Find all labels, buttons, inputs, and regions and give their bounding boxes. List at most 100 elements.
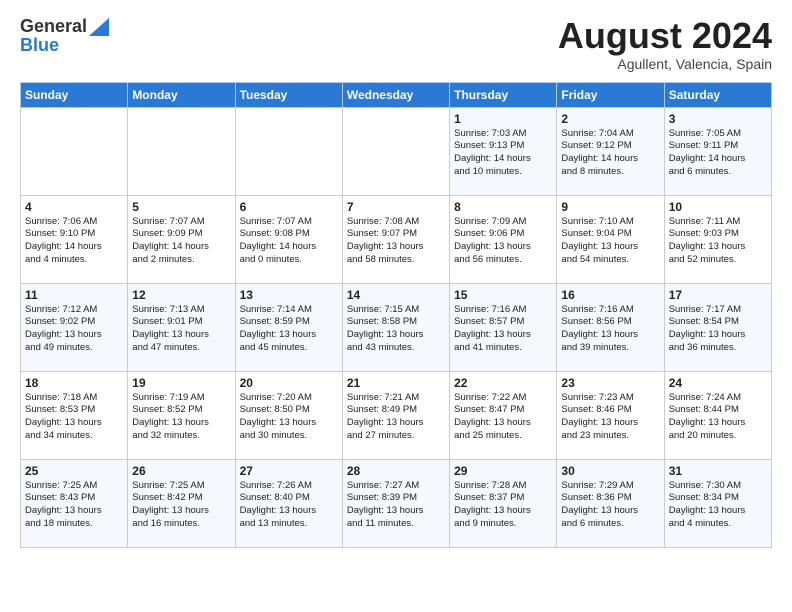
day-content: Sunrise: 7:29 AM Sunset: 8:36 PM Dayligh… xyxy=(561,480,659,531)
month-title: August 2024 xyxy=(558,16,772,56)
day-number: 2 xyxy=(561,112,659,126)
day-number: 13 xyxy=(240,288,338,302)
day-content: Sunrise: 7:19 AM Sunset: 8:52 PM Dayligh… xyxy=(132,392,230,443)
day-number: 23 xyxy=(561,376,659,390)
day-number: 4 xyxy=(25,200,123,214)
day-header-friday: Friday xyxy=(557,82,664,107)
day-content: Sunrise: 7:07 AM Sunset: 9:08 PM Dayligh… xyxy=(240,216,338,267)
calendar-cell: 31Sunrise: 7:30 AM Sunset: 8:34 PM Dayli… xyxy=(664,459,771,547)
day-content: Sunrise: 7:11 AM Sunset: 9:03 PM Dayligh… xyxy=(669,216,767,267)
calendar-cell: 23Sunrise: 7:23 AM Sunset: 8:46 PM Dayli… xyxy=(557,371,664,459)
calendar-table: SundayMondayTuesdayWednesdayThursdayFrid… xyxy=(20,82,772,548)
calendar-cell: 26 Sunrise: 7:25 AM Sunset: 8:42 PM Dayli… xyxy=(128,459,235,547)
day-number: 16 xyxy=(561,288,659,302)
day-header-wednesday: Wednesday xyxy=(342,82,449,107)
calendar-cell: 24 Sunrise: 7:24 AM Sunset: 8:44 PM Dayli… xyxy=(664,371,771,459)
calendar-cell: 10 Sunrise: 7:11 AM Sunset: 9:03 PM Dayli… xyxy=(664,195,771,283)
calendar-cell: 25 Sunrise: 7:25 AM Sunset: 8:43 PM Dayli… xyxy=(21,459,128,547)
calendar-cell: 13 Sunrise: 7:14 AM Sunset: 8:59 PM Dayli… xyxy=(235,283,342,371)
calendar-cell: 7Sunrise: 7:08 AM Sunset: 9:07 PM Daylig… xyxy=(342,195,449,283)
day-header-thursday: Thursday xyxy=(450,82,557,107)
day-number: 6 xyxy=(240,200,338,214)
day-content: Sunrise: 7:18 AM Sunset: 8:53 PM Dayligh… xyxy=(25,392,123,443)
day-header-monday: Monday xyxy=(128,82,235,107)
calendar-week-3: 11 Sunrise: 7:12 AM Sunset: 9:02 PM Dayli… xyxy=(21,283,772,371)
day-content: Sunrise: 7:26 AM Sunset: 8:40 PM Dayligh… xyxy=(240,480,338,531)
day-number: 28 xyxy=(347,464,445,478)
day-header-saturday: Saturday xyxy=(664,82,771,107)
title-block: August 2024 Agullent, Valencia, Spain xyxy=(558,16,772,72)
location: Agullent, Valencia, Spain xyxy=(558,56,772,72)
day-content: Sunrise: 7:17 AM Sunset: 8:54 PM Dayligh… xyxy=(669,304,767,355)
day-content: Sunrise: 7:16 AM Sunset: 8:56 PM Dayligh… xyxy=(561,304,659,355)
calendar-week-2: 4 Sunrise: 7:06 AM Sunset: 9:10 PM Daylig… xyxy=(21,195,772,283)
calendar-cell: 17 Sunrise: 7:17 AM Sunset: 8:54 PM Dayli… xyxy=(664,283,771,371)
day-content: Sunrise: 7:13 AM Sunset: 9:01 PM Dayligh… xyxy=(132,304,230,355)
day-content: Sunrise: 7:22 AM Sunset: 8:47 PM Dayligh… xyxy=(454,392,552,443)
day-header-tuesday: Tuesday xyxy=(235,82,342,107)
calendar-cell: 19Sunrise: 7:19 AM Sunset: 8:52 PM Dayli… xyxy=(128,371,235,459)
header: General Blue August 2024 Agullent, Valen… xyxy=(20,16,772,72)
calendar-cell: 27Sunrise: 7:26 AM Sunset: 8:40 PM Dayli… xyxy=(235,459,342,547)
calendar-cell: 4 Sunrise: 7:06 AM Sunset: 9:10 PM Daylig… xyxy=(21,195,128,283)
day-content: Sunrise: 7:06 AM Sunset: 9:10 PM Dayligh… xyxy=(25,216,123,267)
day-content: Sunrise: 7:28 AM Sunset: 8:37 PM Dayligh… xyxy=(454,480,552,531)
calendar-cell: 28Sunrise: 7:27 AM Sunset: 8:39 PM Dayli… xyxy=(342,459,449,547)
calendar-cell: 6 Sunrise: 7:07 AM Sunset: 9:08 PM Daylig… xyxy=(235,195,342,283)
calendar-cell: 3 Sunrise: 7:05 AM Sunset: 9:11 PM Daylig… xyxy=(664,107,771,195)
header-row: SundayMondayTuesdayWednesdayThursdayFrid… xyxy=(21,82,772,107)
day-content: Sunrise: 7:16 AM Sunset: 8:57 PM Dayligh… xyxy=(454,304,552,355)
day-number: 1 xyxy=(454,112,552,126)
calendar-cell: 15Sunrise: 7:16 AM Sunset: 8:57 PM Dayli… xyxy=(450,283,557,371)
day-number: 21 xyxy=(347,376,445,390)
day-number: 12 xyxy=(132,288,230,302)
day-content: Sunrise: 7:14 AM Sunset: 8:59 PM Dayligh… xyxy=(240,304,338,355)
calendar-cell: 2 Sunrise: 7:04 AM Sunset: 9:12 PM Daylig… xyxy=(557,107,664,195)
day-content: Sunrise: 7:07 AM Sunset: 9:09 PM Dayligh… xyxy=(132,216,230,267)
day-number: 3 xyxy=(669,112,767,126)
day-number: 18 xyxy=(25,376,123,390)
calendar-cell: 5Sunrise: 7:07 AM Sunset: 9:09 PM Daylig… xyxy=(128,195,235,283)
day-number: 9 xyxy=(561,200,659,214)
day-content: Sunrise: 7:12 AM Sunset: 9:02 PM Dayligh… xyxy=(25,304,123,355)
calendar-cell: 30 Sunrise: 7:29 AM Sunset: 8:36 PM Dayli… xyxy=(557,459,664,547)
day-content: Sunrise: 7:05 AM Sunset: 9:11 PM Dayligh… xyxy=(669,128,767,179)
day-content: Sunrise: 7:04 AM Sunset: 9:12 PM Dayligh… xyxy=(561,128,659,179)
calendar-week-4: 18 Sunrise: 7:18 AM Sunset: 8:53 PM Dayli… xyxy=(21,371,772,459)
calendar-cell xyxy=(21,107,128,195)
day-number: 24 xyxy=(669,376,767,390)
day-content: Sunrise: 7:20 AM Sunset: 8:50 PM Dayligh… xyxy=(240,392,338,443)
day-content: Sunrise: 7:30 AM Sunset: 8:34 PM Dayligh… xyxy=(669,480,767,531)
day-number: 22 xyxy=(454,376,552,390)
calendar-cell xyxy=(235,107,342,195)
day-number: 25 xyxy=(25,464,123,478)
calendar-cell: 9 Sunrise: 7:10 AM Sunset: 9:04 PM Daylig… xyxy=(557,195,664,283)
day-number: 14 xyxy=(347,288,445,302)
logo: General Blue xyxy=(20,16,109,56)
day-content: Sunrise: 7:03 AM Sunset: 9:13 PM Dayligh… xyxy=(454,128,552,179)
day-content: Sunrise: 7:25 AM Sunset: 8:43 PM Dayligh… xyxy=(25,480,123,531)
day-number: 11 xyxy=(25,288,123,302)
calendar-cell xyxy=(342,107,449,195)
calendar-cell: 20Sunrise: 7:20 AM Sunset: 8:50 PM Dayli… xyxy=(235,371,342,459)
day-number: 30 xyxy=(561,464,659,478)
day-content: Sunrise: 7:15 AM Sunset: 8:58 PM Dayligh… xyxy=(347,304,445,355)
calendar-cell: 8Sunrise: 7:09 AM Sunset: 9:06 PM Daylig… xyxy=(450,195,557,283)
calendar-cell: 21 Sunrise: 7:21 AM Sunset: 8:49 PM Dayli… xyxy=(342,371,449,459)
calendar-page: General Blue August 2024 Agullent, Valen… xyxy=(0,0,792,564)
calendar-week-5: 25 Sunrise: 7:25 AM Sunset: 8:43 PM Dayli… xyxy=(21,459,772,547)
logo-icon xyxy=(89,18,109,36)
day-number: 29 xyxy=(454,464,552,478)
day-content: Sunrise: 7:21 AM Sunset: 8:49 PM Dayligh… xyxy=(347,392,445,443)
logo-general-text: General xyxy=(20,16,87,37)
day-content: Sunrise: 7:09 AM Sunset: 9:06 PM Dayligh… xyxy=(454,216,552,267)
day-number: 26 xyxy=(132,464,230,478)
day-content: Sunrise: 7:25 AM Sunset: 8:42 PM Dayligh… xyxy=(132,480,230,531)
logo-blue-text: Blue xyxy=(20,35,109,56)
calendar-cell: 29 Sunrise: 7:28 AM Sunset: 8:37 PM Dayli… xyxy=(450,459,557,547)
day-content: Sunrise: 7:10 AM Sunset: 9:04 PM Dayligh… xyxy=(561,216,659,267)
day-content: Sunrise: 7:24 AM Sunset: 8:44 PM Dayligh… xyxy=(669,392,767,443)
day-number: 10 xyxy=(669,200,767,214)
day-number: 17 xyxy=(669,288,767,302)
calendar-cell: 16 Sunrise: 7:16 AM Sunset: 8:56 PM Dayli… xyxy=(557,283,664,371)
